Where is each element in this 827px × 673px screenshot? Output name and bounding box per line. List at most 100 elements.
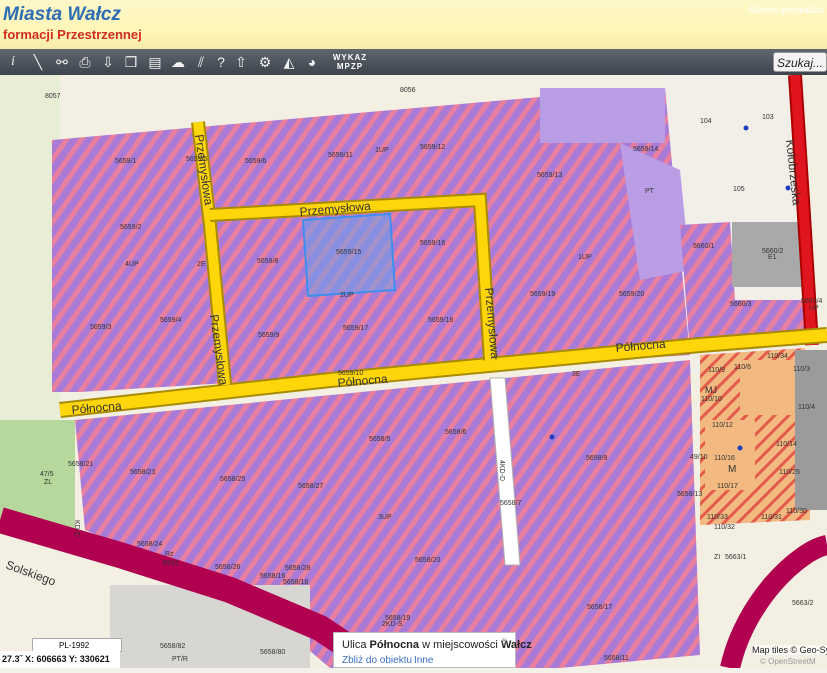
parcel-label: 5659/19 [530, 291, 555, 298]
parcel-label: 2UP [340, 292, 354, 299]
parcel-label: 5660/1 [693, 243, 715, 250]
app-subtitle: formacji Przestrzennej [3, 27, 142, 42]
parcel-label: M [728, 464, 736, 475]
parcel-label: 5659/2 [120, 224, 142, 231]
parcel-label: 5658/21 [68, 461, 93, 468]
wykaz-label: WYKAZ [332, 53, 368, 62]
parcel-label: 5658/16 [260, 573, 285, 580]
info-icon[interactable]: i [3, 52, 23, 72]
coordinate-readout: 27.3˝ X: 606663 Y: 330621 [0, 651, 120, 668]
help-icon[interactable]: ? [211, 52, 231, 72]
parcel-label: 110/6 [734, 364, 751, 371]
parcel-label: 110/14 [776, 441, 797, 448]
parcel-label: 110/3 [793, 366, 810, 373]
parcel-label: 5659/16 [420, 240, 445, 247]
search-button[interactable]: Szukaj... [773, 52, 827, 72]
parcel-label: 110/4 [798, 404, 815, 411]
close-icon[interactable]: × [501, 635, 507, 647]
parcel-label: 8056 [400, 87, 416, 94]
parcel-label: 5658/24 [137, 541, 162, 548]
app-header: Miasta Wałcz formacji Przestrzennej Serw… [0, 0, 827, 50]
copy-icon[interactable]: ❐ [121, 52, 141, 72]
parcel-label: 5658/27 [298, 483, 323, 490]
map-attribution: Map tiles © Geo-Syst [752, 645, 827, 655]
other-link[interactable]: Inne [414, 655, 433, 666]
popup-middle: w miejscowości [419, 639, 501, 651]
parcel-label: PT [645, 188, 655, 195]
parcel-label: 5658/20 [415, 557, 440, 564]
crs-select[interactable]: PL-1992 [32, 638, 122, 652]
parcel-label: 3E [572, 371, 581, 378]
parcel-label: 5659/14 [633, 146, 658, 153]
zoom-to-object-link[interactable]: Zbliż do obiektu [342, 655, 412, 666]
parcel-label: ZI [714, 554, 720, 561]
parcel-label: 1UP [375, 147, 389, 154]
parcel-label: 5659/4 [160, 317, 182, 324]
parcel-label: 47/5 [40, 471, 54, 478]
map-toolbar: i ╲ ⚯ ⎙ ⇩ ❐ ▤ ☁ ⫽ ? ⇧ ⚙ ◭ ◕ [0, 49, 827, 75]
layout-icon[interactable]: ▤ [145, 52, 165, 72]
parcel-label: 5658/7 [500, 500, 522, 507]
measure-line-icon[interactable]: ╲ [28, 52, 48, 72]
osm-attribution: © OpenStreetM [760, 657, 816, 666]
settings-icon[interactable]: ⚙ [255, 52, 275, 72]
parcel-label: 49/10 [690, 454, 708, 461]
parcel-label: 5658/25 [220, 476, 245, 483]
parcel-label: 4UP [125, 261, 139, 268]
parcel-label: 1UP [578, 254, 592, 261]
parcel-label: 103 [762, 114, 774, 121]
download-icon[interactable]: ⇩ [98, 52, 118, 72]
parcel-label: 110/33 [707, 514, 728, 521]
service-link[interactable]: Serwis prowadzo [749, 5, 825, 16]
parcel-label: 5658/23 [130, 469, 155, 476]
parcel-label: 5659/20 [619, 291, 644, 298]
parcel-label: 110/12 [712, 422, 733, 429]
print-icon[interactable]: ⎙ [75, 52, 95, 72]
parcel-label: 5659/1 [115, 158, 137, 165]
parcel-label: 5658/18 [283, 579, 308, 586]
parcel-label: 104 [700, 118, 712, 125]
feature-popup: Ulica Północna w miejscowości Wałcz × Zb… [333, 632, 532, 668]
parcel-label: 5659/17 [343, 325, 368, 332]
parcel-label: 5658/80 [260, 649, 285, 656]
mpzp-label: MPZP [336, 62, 364, 71]
parcel-label: Rz [165, 551, 174, 558]
hatch-icon[interactable]: ⫽ [191, 52, 211, 72]
link-icon[interactable]: ⚯ [52, 52, 72, 72]
parcel-label: 5659/3 [90, 324, 112, 331]
parcel-label: 5660/3 [730, 301, 752, 308]
parcel-label: 5660/4 [801, 298, 823, 305]
parcel-label: 5658/82 [160, 643, 185, 650]
upload-cloud-icon[interactable]: ⇧ [231, 52, 251, 72]
parcel-label: PT/R [172, 656, 188, 663]
parcel-label: 110/17 [717, 483, 738, 490]
popup-street: Północna [369, 639, 420, 651]
parcel-label: 5659/11 [328, 152, 353, 159]
parcel-label: 8057 [45, 93, 61, 100]
parcel-label: E1 [768, 254, 777, 261]
parcel-label: 5658/5 [369, 436, 391, 443]
parcel-label: 110/32 [714, 524, 735, 531]
popup-prefix: Ulica [342, 639, 370, 651]
map-svg[interactable]: 8057 8056 5659/1 5659/5 5659/6 5659/11 1… [0, 74, 827, 673]
chat-icon[interactable]: ◕ [302, 52, 322, 72]
parcel-label: 5659/18 [428, 317, 453, 324]
parcel-label: 105 [733, 186, 745, 193]
mpzp-list-button[interactable]: WYKAZ MPZP [329, 53, 371, 71]
parcel-label: 5659/8 [257, 258, 279, 265]
parcel-label: 3UP [378, 514, 392, 521]
parcel-label: 110/25 [779, 469, 800, 476]
parcel-label: 110/9 [708, 367, 725, 374]
parcel-label: 110/34 [767, 353, 788, 360]
comment-icon[interactable]: ☁ [168, 52, 188, 72]
parcel-label: 110/10 [701, 396, 722, 403]
layers-icon[interactable]: ◭ [279, 52, 299, 72]
map-canvas[interactable]: 8057 8056 5659/1 5659/5 5659/6 5659/11 1… [0, 74, 827, 673]
parcel-label: 110/30 [786, 508, 807, 515]
parcel-label: 5658/13 [677, 491, 702, 498]
parcel-label: 5658/26 [215, 564, 240, 571]
app-title: Miasta Wałcz [3, 4, 121, 25]
parcel-label: ZL [44, 479, 52, 486]
parcel-label: 5659/9 [258, 332, 280, 339]
parcel-label: 49/11 [162, 560, 179, 567]
